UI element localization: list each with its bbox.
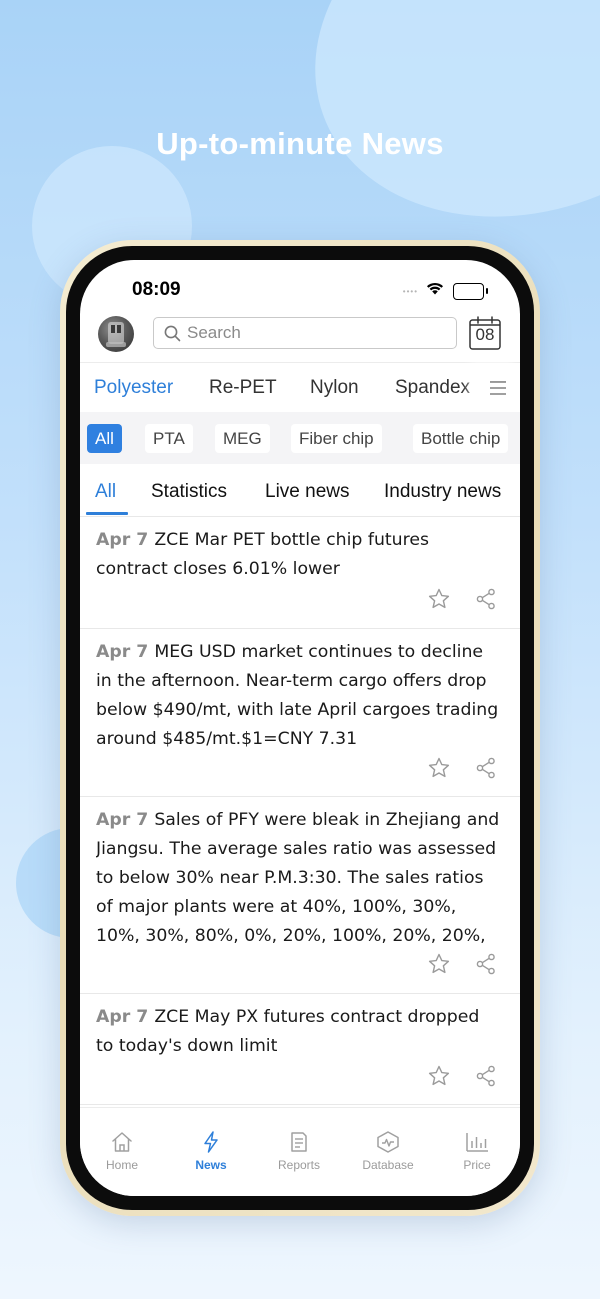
phone-screen: 08:09 •••• Search 08 Polyester Re-PET Ny…	[80, 260, 520, 1196]
bar-chart-icon	[437, 1128, 517, 1156]
active-tab-indicator	[86, 512, 128, 515]
tab-industry-news[interactable]: Industry news	[384, 481, 501, 503]
nav-database[interactable]: Database	[348, 1128, 428, 1172]
news-type-tabs: All Statistics Live news Industry news	[80, 465, 520, 517]
search-input[interactable]: Search	[153, 317, 457, 349]
news-headline: MEG USD market continues to decline in t…	[96, 642, 499, 749]
share-icon	[476, 588, 495, 610]
star-icon	[428, 953, 450, 974]
tab-statistics[interactable]: Statistics	[151, 481, 227, 503]
status-time: 08:09	[132, 279, 181, 300]
signal-icon: ••••	[402, 286, 418, 296]
database-icon	[348, 1128, 428, 1156]
share-icon	[476, 757, 495, 779]
favorite-button[interactable]	[426, 1063, 452, 1089]
news-headline: Sales of PFY were bleak in Zhejiang and …	[96, 810, 500, 946]
news-date: Apr 7	[96, 1007, 149, 1027]
star-icon	[428, 1065, 450, 1086]
search-icon	[164, 325, 181, 342]
share-button[interactable]	[473, 951, 499, 977]
news-body: Apr 7 ZCE Mar PET bottle chip futures con…	[96, 526, 502, 584]
lightning-icon	[171, 1128, 251, 1156]
favorite-button[interactable]	[426, 755, 452, 781]
news-list: Apr 7 ZCE Mar PET bottle chip futures con…	[80, 517, 520, 1105]
share-icon	[476, 953, 495, 975]
nav-home[interactable]: Home	[82, 1128, 162, 1172]
news-body: Apr 7 MEG USD market continues to decline…	[96, 638, 502, 754]
news-headline: ZCE May PX futures contract dropped to t…	[96, 1007, 480, 1056]
nav-reports[interactable]: Reports	[259, 1128, 339, 1172]
chip-bottle-chip[interactable]: Bottle chip	[413, 424, 509, 453]
category-polyester[interactable]: Polyester	[94, 377, 173, 399]
nav-label: News	[195, 1158, 227, 1172]
promo-headline: Up-to-minute News	[156, 126, 444, 161]
news-item[interactable]: Apr 7 MEG USD market continues to decline…	[80, 629, 520, 797]
tab-live-news[interactable]: Live news	[265, 481, 350, 503]
news-body: Apr 7 Sales of PFY were bleak in Zhejiang…	[96, 806, 502, 952]
category-menu-button[interactable]	[476, 363, 520, 413]
subcategory-chips: All PTA MEG Fiber chip Bottle chip	[80, 412, 520, 464]
chip-pta[interactable]: PTA	[145, 424, 193, 453]
document-icon	[259, 1128, 339, 1156]
nav-price[interactable]: Price	[437, 1128, 517, 1172]
battery-icon	[453, 282, 488, 300]
news-date: Apr 7	[96, 530, 149, 550]
category-nylon[interactable]: Nylon	[310, 377, 359, 399]
share-button[interactable]	[473, 1063, 499, 1089]
chip-meg[interactable]: MEG	[215, 424, 270, 453]
news-body: Apr 7 ZCE May PX futures contract dropped…	[96, 1003, 502, 1061]
favorite-button[interactable]	[426, 951, 452, 977]
bottom-nav: Home News Reports Database Price	[80, 1107, 520, 1196]
avatar[interactable]	[98, 316, 134, 352]
nav-label: Database	[362, 1158, 414, 1172]
star-icon	[428, 588, 450, 609]
tab-all[interactable]: All	[95, 481, 116, 503]
nav-news[interactable]: News	[171, 1128, 251, 1172]
category-tabs: Polyester Re-PET Nylon Spandex	[80, 362, 520, 413]
chip-all[interactable]: All	[87, 424, 122, 453]
news-date: Apr 7	[96, 642, 149, 662]
share-button[interactable]	[473, 755, 499, 781]
status-icons: ••••	[402, 282, 488, 300]
share-icon	[476, 1065, 495, 1087]
calendar-day: 08	[475, 325, 495, 344]
nav-label: Price	[463, 1158, 491, 1172]
menu-icon	[490, 381, 506, 395]
home-icon	[82, 1128, 162, 1156]
nav-label: Reports	[277, 1158, 321, 1172]
news-item[interactable]: Apr 7 ZCE Mar PET bottle chip futures con…	[80, 517, 520, 629]
star-icon	[428, 757, 450, 778]
news-date: Apr 7	[96, 810, 149, 830]
category-spandex[interactable]: Spandex	[395, 377, 470, 399]
chip-fiber-chip[interactable]: Fiber chip	[291, 424, 382, 453]
favorite-button[interactable]	[426, 586, 452, 612]
calendar-button[interactable]: 08	[469, 316, 501, 350]
news-item[interactable]: Apr 7 Sales of PFY were bleak in Zhejiang…	[80, 797, 520, 994]
nav-label: Home	[105, 1158, 138, 1172]
search-placeholder: Search	[187, 323, 241, 342]
category-re-pet[interactable]: Re-PET	[209, 377, 277, 399]
news-item[interactable]: Apr 7 ZCE May PX futures contract dropped…	[80, 994, 520, 1105]
search-row: Search 08	[80, 314, 520, 360]
share-button[interactable]	[473, 586, 499, 612]
wifi-icon	[426, 282, 444, 300]
